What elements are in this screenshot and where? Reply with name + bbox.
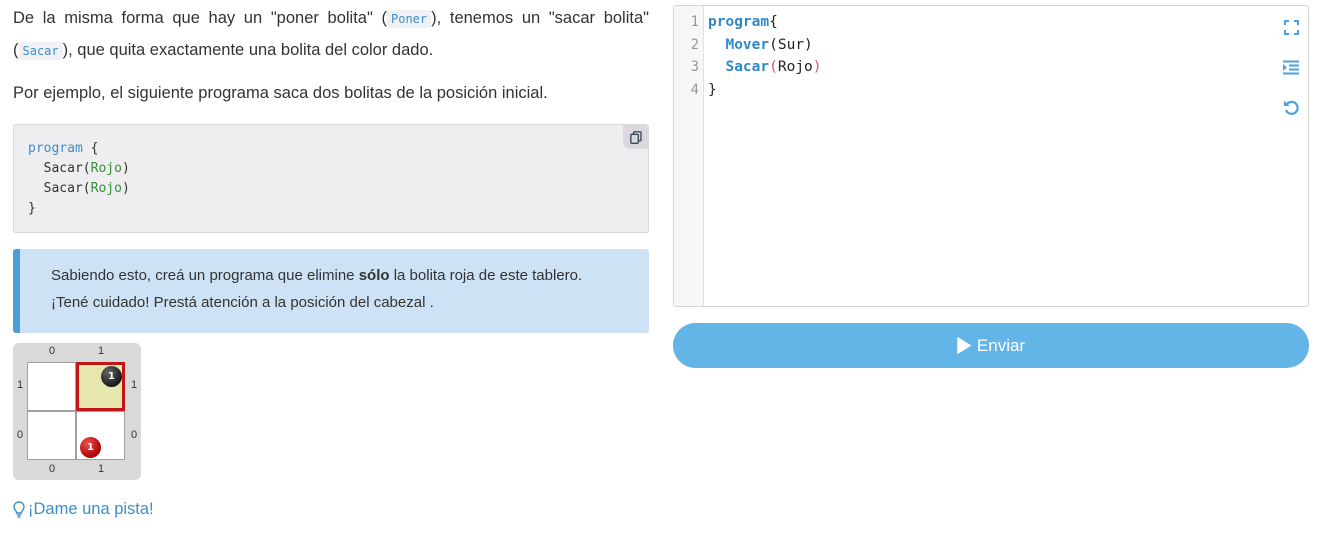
indent-icon [1283, 60, 1299, 74]
indent-button[interactable] [1280, 56, 1302, 78]
red-ball: 1 [80, 437, 101, 458]
play-icon [957, 337, 971, 354]
reset-icon [1283, 100, 1299, 115]
intro-paragraph: De la misma forma que hay un "poner boli… [13, 3, 649, 67]
lightbulb-icon [13, 501, 25, 518]
code-text: } [28, 201, 36, 216]
code-text: ) [121, 161, 130, 176]
sacar-code: Sacar [18, 42, 63, 60]
code-text: Sacar( [28, 161, 91, 176]
row-label: 1 [16, 379, 24, 391]
editor-text: { [769, 14, 778, 30]
hint-label: ¡Dame una pista! [28, 500, 154, 518]
line-number: 4 [690, 81, 699, 98]
row-label: 1 [130, 379, 138, 391]
code-text: Sacar( [28, 181, 91, 196]
editor-line: } [708, 79, 822, 102]
column-label: 0 [48, 463, 56, 475]
reset-button[interactable] [1280, 96, 1302, 118]
task-emphasis: sólo [358, 267, 390, 284]
fullscreen-icon [1283, 19, 1299, 35]
example-paragraph: Por ejemplo, el siguiente programa saca … [13, 84, 548, 102]
editor-paren: ( [769, 59, 778, 75]
code-keyword: program [28, 141, 83, 156]
copy-code-button[interactable] [623, 125, 648, 149]
line-number: 3 [690, 59, 699, 75]
submit-label: Enviar [976, 335, 1026, 355]
intro-text-a: De la misma forma que hay un "poner boli… [13, 9, 387, 27]
editor-procedure: Sacar [725, 59, 770, 75]
editor-text: (Sur) [769, 36, 813, 53]
task-callout: Sabiendo esto, creá un programa que elim… [13, 249, 649, 333]
fullscreen-button[interactable] [1280, 16, 1302, 38]
editor-keyword: program [708, 14, 770, 30]
hint-link[interactable]: ¡Dame una pista! [13, 500, 154, 519]
row-label: 0 [16, 429, 24, 441]
code-editor[interactable]: 1 2 3 4 program{ Mover(Sur) Sacar(Rojo) … [673, 5, 1309, 307]
code-text: ) [121, 181, 130, 196]
editor-line: Sacar(Rojo) [708, 56, 822, 79]
board-cell [27, 362, 76, 411]
editor-text [708, 37, 725, 53]
editor-text: Rojo [777, 59, 813, 75]
line-number: 2 [690, 36, 699, 53]
line-number-gutter: 1 2 3 4 [674, 6, 704, 306]
editor-text [708, 59, 725, 75]
example-code-block: program { Sacar(Rojo) Sacar(Rojo) } [13, 124, 649, 233]
poner-code: Poner [387, 10, 432, 28]
editor-line: Mover(Sur) [708, 34, 822, 57]
editor-paren: ) [812, 59, 822, 75]
board-cell [27, 411, 76, 460]
gobstones-board: 0 1 0 1 1 0 1 0 1 1 [13, 343, 141, 480]
black-ball: 1 [101, 366, 122, 387]
line-number: 1 [690, 14, 699, 30]
board-cell: 1 [76, 411, 125, 460]
editor-code[interactable]: program{ Mover(Sur) Sacar(Rojo) } [708, 11, 822, 101]
column-label: 0 [48, 345, 56, 357]
board-cell-head: 1 [76, 362, 125, 411]
task-text: Sabiendo esto, creá un programa que elim… [51, 267, 359, 284]
code-argument: Rojo [90, 161, 122, 176]
column-label: 1 [97, 345, 105, 357]
column-label: 1 [97, 463, 105, 475]
submit-button[interactable]: Enviar [673, 323, 1309, 368]
copy-icon [629, 130, 642, 144]
editor-text: } [708, 81, 717, 98]
code-text: { [82, 141, 99, 156]
example-code: program { Sacar(Rojo) Sacar(Rojo) } [28, 139, 130, 219]
intro-text-c: ), que quita exactamente una bolita del … [62, 41, 434, 59]
row-label: 0 [130, 429, 138, 441]
code-argument: Rojo [90, 181, 122, 196]
editor-procedure: Mover [725, 36, 770, 53]
editor-line: program{ [708, 11, 822, 34]
